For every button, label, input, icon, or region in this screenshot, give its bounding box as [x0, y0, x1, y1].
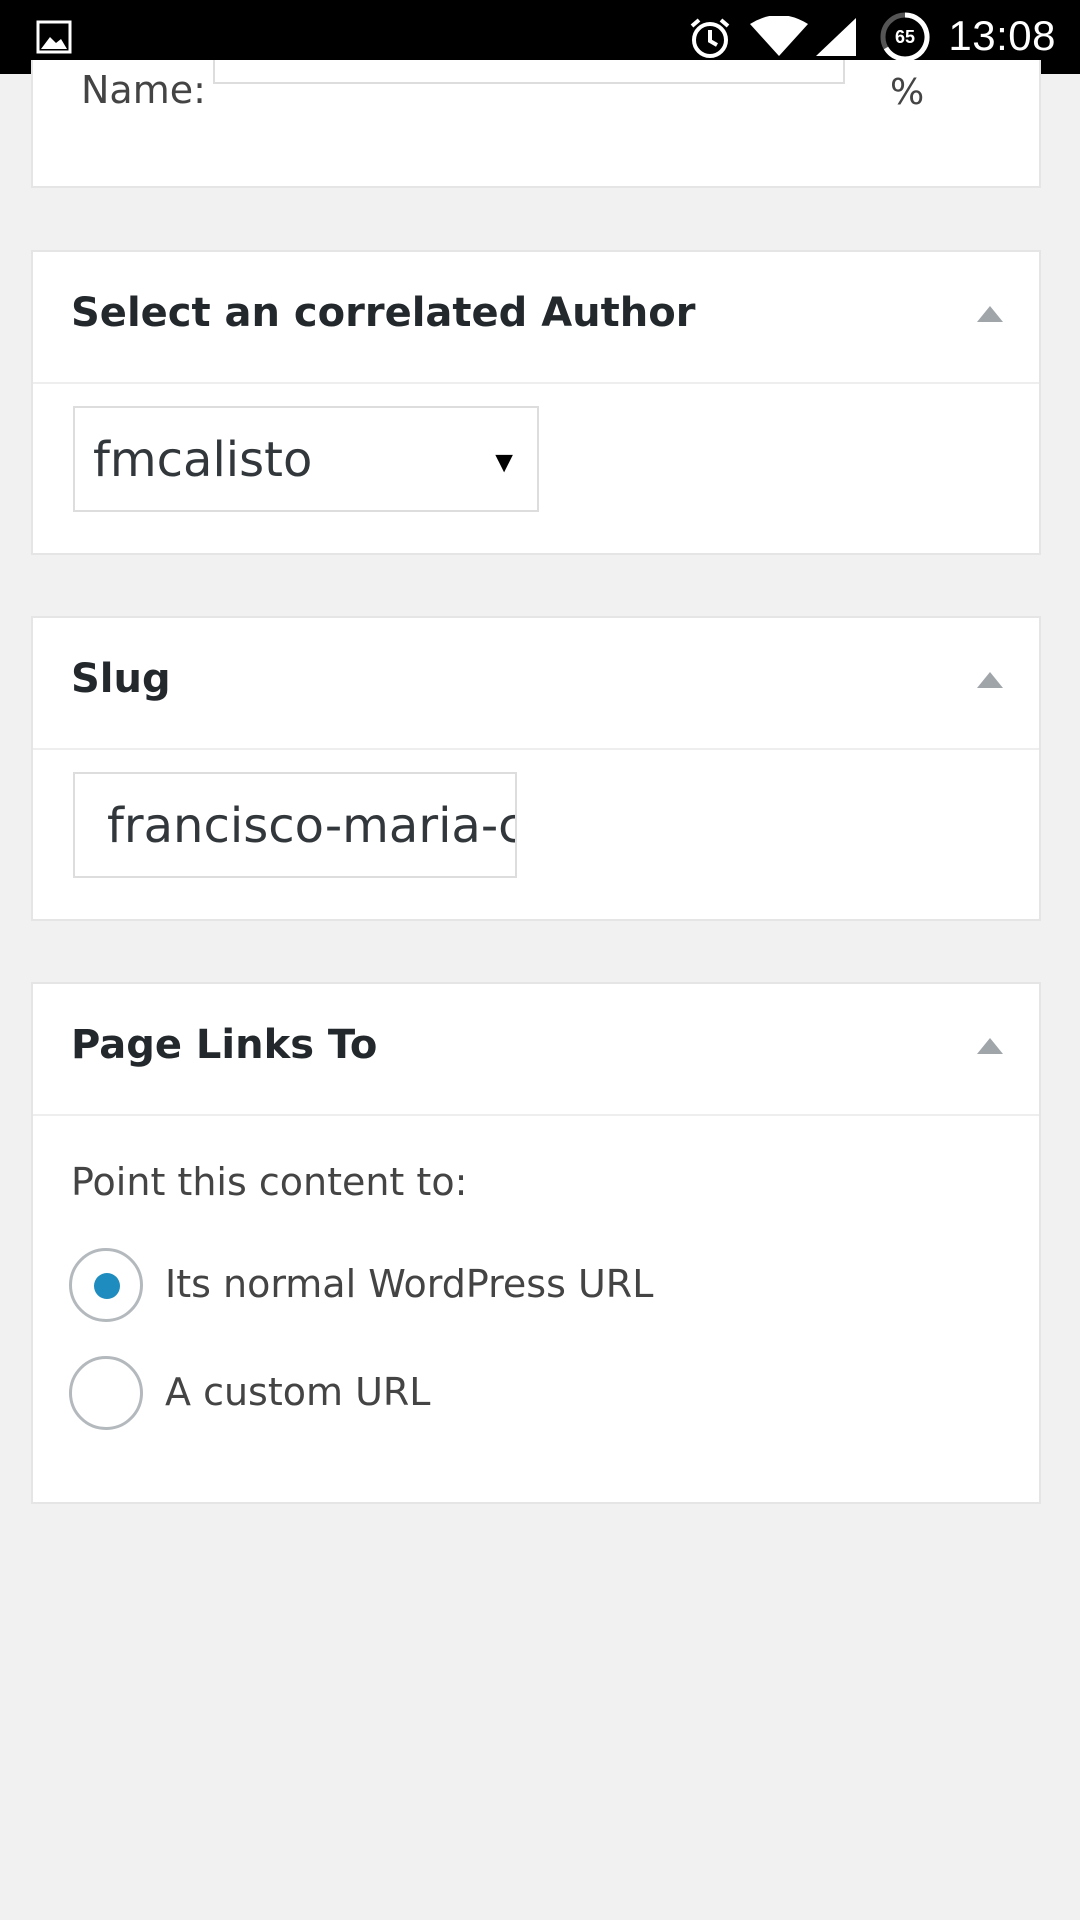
battery-level: 65: [894, 26, 916, 47]
name-box: Name: %: [31, 60, 1041, 188]
slug-box-title: Slug: [71, 656, 171, 702]
radio-label-wordpress-url: Its normal WordPress URL: [165, 1262, 654, 1306]
slug-input-value: francisco-maria-calisto: [107, 798, 517, 854]
point-content-prompt: Point this content to:: [71, 1160, 468, 1204]
page-links-box-header[interactable]: Page Links To: [33, 984, 1039, 1116]
clock: 13:08: [948, 12, 1056, 59]
author-select-value: fmcalisto: [93, 432, 313, 488]
collapse-arrow-icon[interactable]: [977, 306, 1003, 322]
collapse-arrow-icon[interactable]: [977, 672, 1003, 688]
page-links-box: Page Links To Point this content to: Its…: [31, 982, 1041, 1504]
author-box-title: Select an correlated Author: [71, 290, 696, 336]
signal-icon: [816, 18, 856, 56]
author-box-header[interactable]: Select an correlated Author: [33, 252, 1039, 384]
radio-label-custom-url: A custom URL: [165, 1370, 431, 1414]
radio-button-wordpress-url[interactable]: [69, 1248, 143, 1322]
author-box: Select an correlated Author fmcalisto ▼: [31, 250, 1041, 555]
percent-label: %: [890, 72, 925, 113]
name-label: Name:: [81, 68, 206, 112]
slug-box: Slug francisco-maria-calisto: [31, 616, 1041, 921]
dropdown-arrow-icon: ▼: [489, 446, 519, 479]
slug-input[interactable]: francisco-maria-calisto: [73, 772, 517, 878]
page-links-box-title: Page Links To: [71, 1022, 378, 1068]
image-icon: [36, 20, 72, 54]
wifi-icon: [750, 16, 808, 56]
author-select[interactable]: fmcalisto ▼: [73, 406, 539, 512]
slug-box-header[interactable]: Slug: [33, 618, 1039, 750]
radio-button-custom-url[interactable]: [69, 1356, 143, 1430]
name-input[interactable]: [213, 60, 845, 84]
collapse-arrow-icon[interactable]: [977, 1038, 1003, 1054]
alarm-icon: [690, 18, 730, 58]
